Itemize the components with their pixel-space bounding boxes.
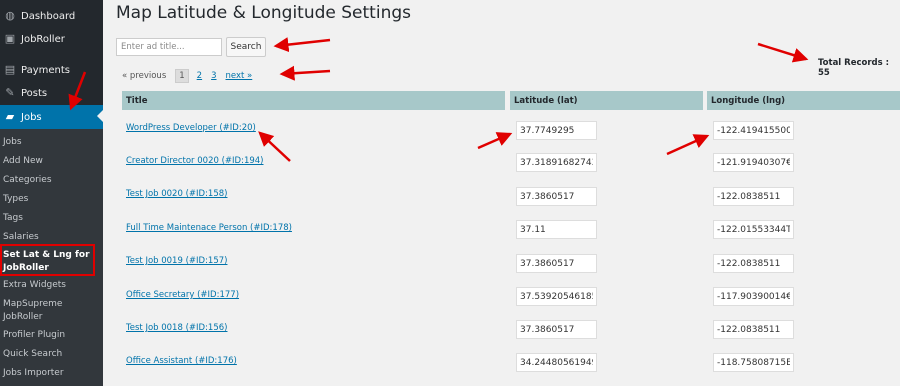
pin-icon: ✎	[5, 86, 15, 99]
job-title-link[interactable]: Test Job 0020 (#ID:158)	[126, 189, 227, 199]
submenu-profiler-plugin[interactable]: Profiler Plugin	[3, 329, 101, 342]
jobroller-icon: ▣	[4, 32, 16, 45]
latitude-input[interactable]	[516, 254, 597, 273]
menu-label: Jobs	[21, 111, 42, 123]
job-title-link[interactable]: Test Job 0018 (#ID:156)	[126, 323, 227, 333]
search-button[interactable]: Search	[226, 37, 266, 57]
submenu-mapsupreme[interactable]: MapSupreme JobRoller	[3, 298, 73, 324]
column-header-longitude: Longitude (lng)	[707, 91, 900, 110]
latitude-input[interactable]	[516, 287, 597, 306]
latitude-input[interactable]	[516, 220, 597, 239]
submenu-extra-widgets[interactable]: Extra Widgets	[3, 279, 101, 292]
menu-label: Dashboard	[21, 10, 76, 22]
column-header-title: Title	[122, 91, 505, 110]
menu-dashboard[interactable]: ◍ Dashboard	[0, 5, 103, 27]
longitude-input[interactable]	[713, 187, 794, 206]
longitude-input[interactable]	[713, 153, 794, 172]
job-title-link[interactable]: Test Job 0019 (#ID:157)	[126, 256, 227, 266]
longitude-input[interactable]	[713, 287, 794, 306]
longitude-input[interactable]	[713, 220, 794, 239]
submenu-quick-search[interactable]: Quick Search	[3, 348, 101, 361]
latitude-input[interactable]	[516, 320, 597, 339]
latitude-input[interactable]	[516, 121, 597, 140]
submenu-jobs[interactable]: Jobs	[3, 136, 101, 149]
annotation-highlight-box	[0, 244, 95, 276]
pagination-page[interactable]: 3	[211, 71, 216, 81]
submenu-jobs-importer[interactable]: Jobs Importer	[3, 367, 101, 380]
page-title: Map Latitude & Longitude Settings	[116, 3, 411, 23]
submenu-categories[interactable]: Categories	[3, 174, 101, 187]
submenu-tags[interactable]: Tags	[3, 212, 101, 225]
submenu-add-new[interactable]: Add New	[3, 155, 101, 168]
dashboard-icon: ◍	[5, 9, 15, 22]
arrow-longitude	[666, 134, 710, 156]
latitude-input[interactable]	[516, 353, 597, 372]
submenu-types[interactable]: Types	[3, 193, 101, 206]
arrow-pagination	[279, 65, 331, 81]
pagination: « previous 1 2 3 next »	[122, 68, 261, 84]
pagination-previous[interactable]: « previous	[122, 71, 166, 81]
total-records: Total Records : 55	[818, 58, 890, 78]
latitude-input[interactable]	[516, 153, 597, 172]
pagination-page-current: 1	[175, 69, 189, 83]
menu-label: JobRoller	[21, 33, 65, 45]
longitude-input[interactable]	[713, 353, 794, 372]
menu-separator	[0, 52, 103, 58]
menu-posts[interactable]: ✎ Posts	[0, 82, 103, 104]
longitude-input[interactable]	[713, 121, 794, 140]
job-title-link[interactable]: Office Secretary (#ID:177)	[126, 290, 239, 300]
job-title-link[interactable]: Office Assistant (#ID:176)	[126, 356, 237, 366]
column-header-latitude: Latitude (lat)	[510, 91, 703, 110]
search-input[interactable]	[116, 38, 222, 56]
job-title-link[interactable]: Creator Director 0020 (#ID:194)	[126, 156, 264, 166]
arrow-search	[273, 37, 331, 53]
menu-jobs[interactable]: ▰ Jobs	[0, 105, 103, 129]
submenu-salaries[interactable]: Salaries	[3, 231, 101, 244]
menu-label: Posts	[21, 87, 48, 99]
arrow-title-link	[258, 131, 291, 162]
latitude-input[interactable]	[516, 187, 597, 206]
job-title-link[interactable]: WordPress Developer (#ID:20)	[126, 123, 256, 133]
payments-icon: ▤	[4, 63, 16, 76]
job-title-link[interactable]: Full Time Maintenace Person (#ID:178)	[126, 223, 292, 233]
longitude-input[interactable]	[713, 254, 794, 273]
menu-label: Payments	[21, 64, 70, 76]
arrow-latitude	[477, 132, 513, 150]
menu-jobroller[interactable]: ▣ JobRoller	[0, 28, 103, 50]
menu-payments[interactable]: ▤ Payments	[0, 59, 103, 81]
admin-sidebar: ◍ Dashboard ▣ JobRoller ▤ Payments ✎ Pos…	[0, 0, 103, 386]
arrow-total-records	[757, 42, 809, 63]
folder-icon: ▰	[5, 110, 15, 123]
pagination-next[interactable]: next »	[226, 71, 253, 81]
longitude-input[interactable]	[713, 320, 794, 339]
pagination-page[interactable]: 2	[197, 71, 202, 81]
